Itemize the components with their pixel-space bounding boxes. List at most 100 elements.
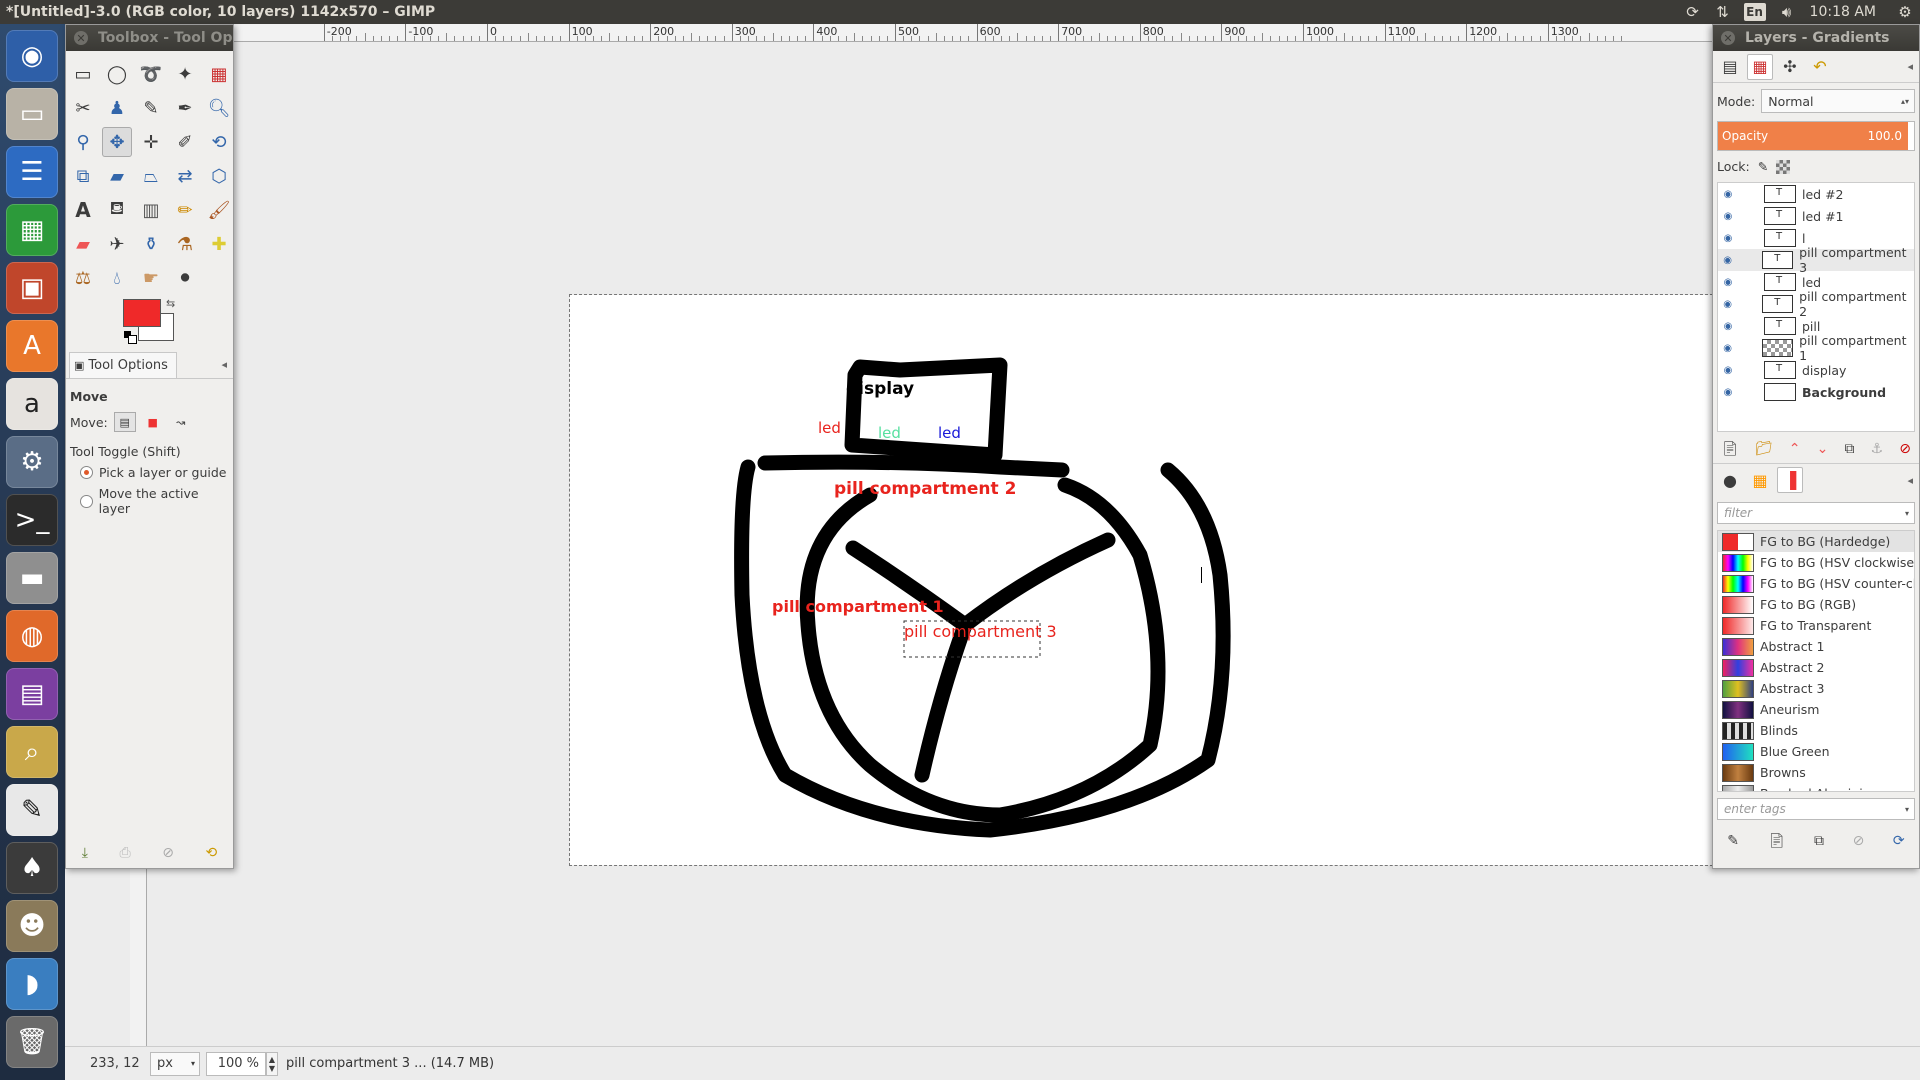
scissors-tool-icon[interactable]: ✂ bbox=[68, 93, 98, 123]
gradient-row[interactable]: Abstract 3 bbox=[1718, 678, 1914, 699]
radio-pick-layer-indicator[interactable] bbox=[80, 466, 93, 479]
settings-gear-icon[interactable]: ⚙ bbox=[1890, 0, 1920, 24]
swift-icon[interactable]: ◗ bbox=[6, 958, 58, 1010]
shear-tool-icon[interactable]: ▰ bbox=[102, 161, 132, 191]
reset-options-icon[interactable]: ⟲ bbox=[206, 845, 218, 861]
duplicate-layer-icon[interactable]: ⧉ bbox=[1844, 441, 1854, 457]
horizontal-ruler[interactable]: -200 -100 0 100 200 300 400 500 600 700 800 900 1000… bbox=[147, 24, 1832, 42]
layer-row[interactable]: ◉ display bbox=[1718, 359, 1914, 381]
crop-tool-icon[interactable]: ✐ bbox=[170, 127, 200, 157]
flip-tool-icon[interactable]: ⇄ bbox=[170, 161, 200, 191]
paintbrush-tool-icon[interactable]: 🖌︎ bbox=[204, 195, 234, 225]
new-layer-group-icon[interactable]: 📁︎ bbox=[1755, 441, 1773, 457]
paths-tool-icon[interactable]: ✎ bbox=[136, 93, 166, 123]
visibility-eye-icon[interactable]: ◉ bbox=[1718, 343, 1737, 354]
label-led-blue[interactable]: led bbox=[938, 424, 961, 442]
duplicate-gradient-icon[interactable]: ⧉ bbox=[1814, 833, 1824, 849]
tab-layers-icon[interactable]: ▤ bbox=[1717, 54, 1743, 80]
text-editor-icon[interactable]: ✎ bbox=[6, 784, 58, 836]
layer-list[interactable]: ◉led #2◉led #1◉l◉pill compartment 3◉led◉… bbox=[1717, 182, 1915, 432]
gradient-row[interactable]: Blinds bbox=[1718, 720, 1914, 741]
refresh-gradients-icon[interactable]: ⟳ bbox=[1893, 833, 1905, 849]
reset-colors-icon[interactable] bbox=[124, 331, 137, 344]
measure-tool-icon[interactable]: ⚲ bbox=[68, 127, 98, 157]
opacity-slider[interactable]: Opacity 100.0 bbox=[1717, 121, 1915, 151]
new-layer-icon[interactable]: 📄︎ bbox=[1721, 441, 1739, 457]
image-canvas[interactable]: display led led led pill compartment 2 p… bbox=[569, 294, 1713, 866]
swap-colors-icon[interactable]: ⇆ bbox=[166, 297, 175, 310]
color-picker-tool-icon[interactable]: ✒ bbox=[170, 93, 200, 123]
filter-input[interactable]: filter ▾ bbox=[1717, 502, 1915, 524]
label-pill-compartment-3[interactable]: pill compartment 3 bbox=[904, 622, 1057, 641]
writer-icon[interactable]: ☰ bbox=[6, 146, 58, 198]
volume-icon[interactable]: 🔊︎ bbox=[1772, 0, 1802, 24]
move-layer-mode-button[interactable]: ▤ bbox=[113, 412, 136, 432]
visibility-eye-icon[interactable]: ◉ bbox=[1718, 321, 1738, 332]
layer-row[interactable]: ◉ led #2 bbox=[1718, 183, 1914, 205]
visibility-eye-icon[interactable]: ◉ bbox=[1718, 299, 1737, 310]
layer-row[interactable]: ◉pill compartment 3 bbox=[1718, 245, 1914, 275]
gradient-row[interactable]: FG to BG (HSV counter-clo bbox=[1718, 573, 1914, 594]
visibility-eye-icon[interactable]: ◉ bbox=[1718, 277, 1738, 288]
ellipse-select-tool-icon[interactable]: ◯ bbox=[102, 59, 132, 89]
zoom-tool-icon[interactable]: 🔍︎ bbox=[204, 93, 234, 123]
toolbox-titlebar[interactable]: ✕ Toolbox - Tool Op bbox=[66, 25, 233, 51]
software-center-icon[interactable]: A bbox=[6, 320, 58, 372]
gradient-row[interactable]: FG to BG (HSV clockwise h bbox=[1718, 552, 1914, 573]
visibility-eye-icon[interactable]: ◉ bbox=[1718, 255, 1737, 266]
clone-tool-icon[interactable]: ⚗ bbox=[170, 229, 200, 259]
label-led-red[interactable]: led bbox=[818, 419, 841, 437]
delete-layer-icon[interactable]: ⊘ bbox=[1899, 441, 1911, 457]
rect-select-tool-icon[interactable]: ▭ bbox=[68, 59, 98, 89]
move-path-mode-button[interactable]: ↝ bbox=[170, 412, 192, 432]
tab-gradients-icon[interactable]: ▐ bbox=[1777, 467, 1803, 493]
layer-row[interactable]: ◉ Background bbox=[1718, 381, 1914, 403]
tab-channels-icon[interactable]: ▦ bbox=[1747, 53, 1773, 80]
gradient-row[interactable]: Aneurism bbox=[1718, 699, 1914, 720]
gradient-row[interactable]: Browns bbox=[1718, 762, 1914, 783]
airbrush-tool-icon[interactable]: ✈ bbox=[102, 229, 132, 259]
foreground-color-swatch[interactable] bbox=[123, 299, 161, 327]
terminal-icon[interactable]: >_ bbox=[6, 494, 58, 546]
zoom-spinner[interactable]: ▲ ▼ bbox=[266, 1051, 278, 1076]
layer-row[interactable]: ◉ pill compartment 1 bbox=[1718, 333, 1914, 363]
gradient-row[interactable]: Abstract 2 bbox=[1718, 657, 1914, 678]
visibility-eye-icon[interactable]: ◉ bbox=[1718, 233, 1738, 244]
rotate-tool-icon[interactable]: ⟲ bbox=[204, 127, 234, 157]
visibility-eye-icon[interactable]: ◉ bbox=[1718, 211, 1738, 222]
dash-home-icon[interactable]: ◉ bbox=[6, 30, 58, 82]
trash-icon[interactable]: 🗑︎ bbox=[6, 1016, 58, 1068]
label-led-green[interactable]: led bbox=[878, 424, 901, 442]
label-display[interactable]: display bbox=[846, 379, 914, 399]
visibility-eye-icon[interactable]: ◉ bbox=[1718, 365, 1738, 376]
network-icon[interactable]: ⇅ bbox=[1708, 0, 1738, 24]
smudge-tool-icon[interactable]: ☛ bbox=[136, 263, 166, 293]
keyboard-layout-indicator[interactable]: En bbox=[1743, 3, 1766, 21]
close-icon[interactable]: ✕ bbox=[74, 31, 88, 45]
cage-tool-icon[interactable]: ⬡ bbox=[204, 161, 234, 191]
gradient-row[interactable]: Brushed Aluminium bbox=[1718, 783, 1914, 791]
tab-tool-options[interactable]: ▣ Tool Options bbox=[69, 351, 177, 378]
tab-paths-icon[interactable]: ✣ bbox=[1777, 54, 1803, 80]
layer-row[interactable]: ◉ led #1 bbox=[1718, 205, 1914, 227]
fuzzy-select-tool-icon[interactable]: ✦ bbox=[170, 59, 200, 89]
tab-undo-icon[interactable]: ↶ bbox=[1807, 54, 1833, 80]
system-settings-icon[interactable]: ⚙ bbox=[6, 436, 58, 488]
gradient-list[interactable]: FG to BG (Hardedge) FG to BG (HSV clockwi… bbox=[1717, 530, 1915, 792]
remote-desktop-icon[interactable]: ▤ bbox=[6, 668, 58, 720]
new-gradient-icon[interactable]: 📄︎ bbox=[1768, 833, 1786, 849]
visibility-eye-icon[interactable]: ◉ bbox=[1718, 387, 1738, 398]
save-options-icon[interactable]: ⤓ bbox=[82, 845, 88, 861]
align-tool-icon[interactable]: ✛ bbox=[136, 127, 166, 157]
drive-icon[interactable]: ▬ bbox=[6, 552, 58, 604]
text-tool-icon[interactable]: A bbox=[68, 195, 98, 225]
lock-pixels-icon[interactable]: ✎ bbox=[1758, 159, 1768, 174]
image-viewer-icon[interactable]: ⌕ bbox=[6, 726, 58, 778]
delete-options-icon[interactable]: ⊘ bbox=[162, 845, 174, 861]
scale-tool-icon[interactable]: ⧉ bbox=[68, 161, 98, 191]
files-icon[interactable]: ▭ bbox=[6, 88, 58, 140]
close-icon[interactable]: ✕ bbox=[1721, 31, 1735, 45]
label-pill-compartment-2[interactable]: pill compartment 2 bbox=[834, 479, 1016, 499]
select-by-color-tool-icon[interactable]: ▦ bbox=[204, 59, 234, 89]
blur-tool-icon[interactable]: 💧︎ bbox=[102, 263, 132, 293]
